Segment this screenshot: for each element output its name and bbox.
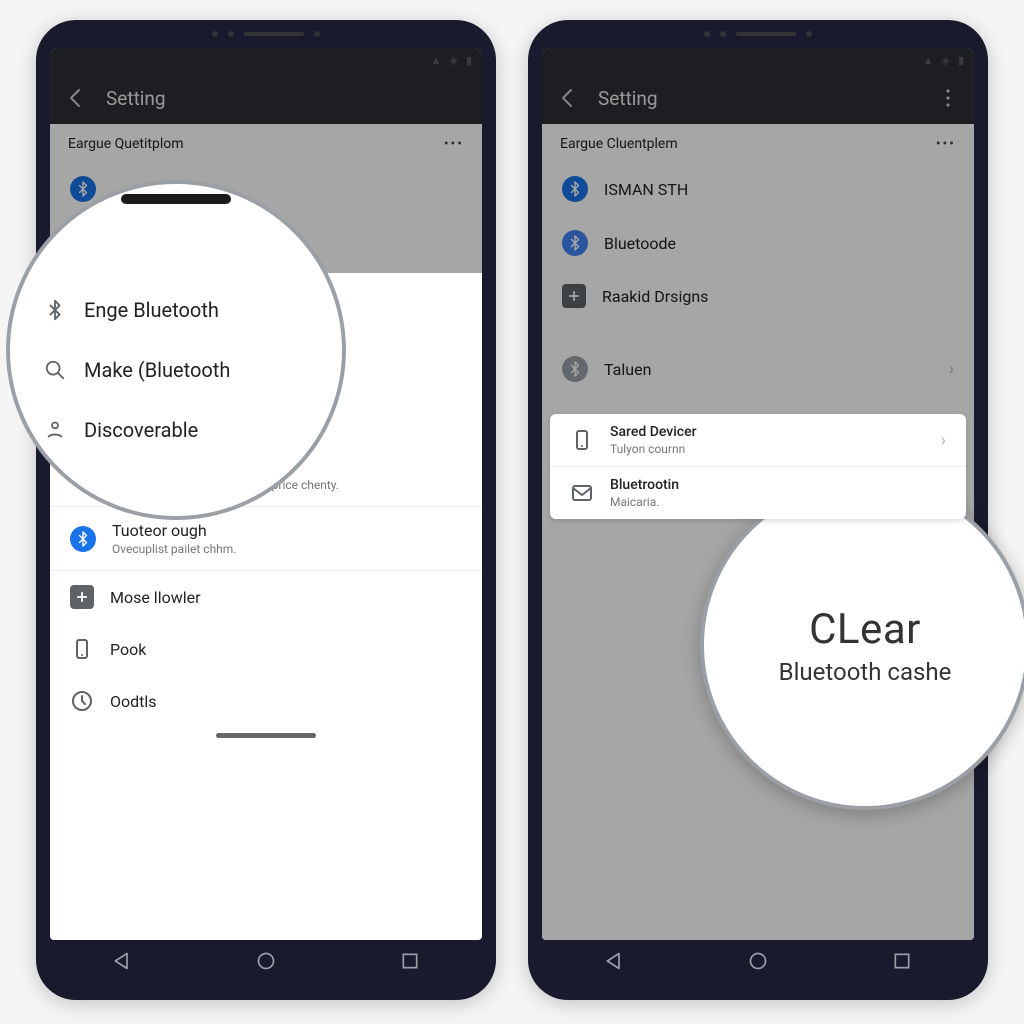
app-bar: Setting: [50, 72, 482, 124]
list-item[interactable]: Taluen ›: [542, 342, 974, 396]
bluetooth-icon: [70, 176, 96, 202]
phone-left: ▲ ◈ ▮ Setting Eargue Quetitplom ••• Blue…: [36, 20, 496, 1000]
nav-home-button[interactable]: [256, 951, 276, 975]
lens-row[interactable]: Enge Bluetooth: [44, 280, 314, 340]
item-subtitle: Ovecuplist pailet chhm.: [112, 542, 236, 556]
app-bar: Setting: [542, 72, 974, 124]
more-icon[interactable]: •••: [444, 136, 464, 152]
lens-row[interactable]: Discoverable: [44, 400, 314, 460]
phone-right: ▲ ◈ ▮ Setting Eargue Cluentplem ••• ISMA…: [528, 20, 988, 1000]
more-icon[interactable]: [936, 86, 960, 110]
signal-icon: ▲: [431, 54, 442, 67]
section-header: Eargue Quetitplom •••: [50, 124, 482, 162]
chevron-right-icon: ›: [941, 430, 946, 451]
item-label: Taluen: [604, 360, 651, 379]
list-item[interactable]: Raakid Drsigns: [542, 270, 974, 322]
item-title: Oodtls: [110, 692, 157, 711]
phone-notch: [36, 20, 496, 48]
lens-title[interactable]: CLear: [809, 605, 921, 654]
screen-right: ▲ ◈ ▮ Setting Eargue Cluentplem ••• ISMA…: [542, 48, 974, 940]
item-label: Bluetoode: [604, 234, 676, 253]
lens-label: Make (Bluetooth: [84, 358, 230, 382]
plus-icon: [562, 284, 586, 308]
item-title: Mose llowler: [110, 588, 201, 607]
chevron-right-icon: ›: [949, 359, 954, 380]
list-item[interactable]: Oodtls: [50, 675, 482, 727]
bluetooth-icon: [44, 299, 66, 321]
list-item[interactable]: Pook: [50, 623, 482, 675]
nav-recent-button[interactable]: [400, 951, 420, 975]
item-title: Tuoteor ough: [112, 521, 236, 540]
list-item[interactable]: ISMAN STH: [542, 162, 974, 216]
appbar-title: Setting: [106, 87, 166, 110]
nav-back-button[interactable]: [112, 951, 132, 975]
magnifier-left: Enge Bluetooth Make (Bluetooth Discovera…: [6, 180, 346, 520]
more-icon[interactable]: •••: [936, 136, 956, 152]
list-item[interactable]: Tuoteor ough Ovecuplist pailet chhm.: [50, 507, 482, 570]
battery-icon: ▮: [466, 54, 472, 67]
panel-item[interactable]: Bluetrootin Maicaria.: [550, 467, 966, 519]
nav-home-button[interactable]: [748, 951, 768, 975]
nav-bar: [542, 940, 974, 986]
list-item[interactable]: Mose llowler: [50, 571, 482, 623]
back-icon[interactable]: [556, 86, 580, 110]
bluetooth-icon: [562, 176, 588, 202]
lens-label: Discoverable: [84, 418, 198, 442]
appbar-title: Setting: [598, 87, 658, 110]
item-label: ISMAN STH: [604, 180, 688, 199]
nav-recent-button[interactable]: [892, 951, 912, 975]
bottom-panel: Sared Devicer Tulyon cournn › Bluetrooti…: [550, 414, 966, 519]
phone-notch: [528, 20, 988, 48]
magnifier-right: CLear Bluetooth cashe: [700, 480, 1024, 810]
plus-icon: [70, 585, 94, 609]
item-label: Raakid Drsigns: [602, 287, 708, 306]
mail-icon: [570, 481, 594, 505]
clock-icon: [70, 689, 94, 713]
device-icon: [70, 637, 94, 661]
wifi-icon: ◈: [449, 54, 457, 67]
bluetooth-icon: [562, 356, 588, 382]
bluetooth-icon: [70, 526, 96, 552]
lens-label: Enge Bluetooth: [84, 298, 219, 322]
item-title: Sared Devicer: [610, 424, 697, 440]
home-indicator: [216, 733, 316, 738]
section-title: Eargue Cluentplem: [560, 136, 678, 152]
panel-item[interactable]: Sared Devicer Tulyon cournn ›: [550, 414, 966, 466]
bluetooth-icon: [562, 230, 588, 256]
battery-icon: ▮: [958, 54, 964, 67]
lens-subtitle: Bluetooth cashe: [779, 658, 952, 686]
list-item[interactable]: Bluetoode: [542, 216, 974, 270]
item-title: Bluetrootin: [610, 477, 679, 493]
section-header: Eargue Cluentplem •••: [542, 124, 974, 162]
person-icon: [44, 419, 66, 441]
back-icon[interactable]: [64, 86, 88, 110]
nav-back-button[interactable]: [604, 951, 624, 975]
item-subtitle: Tulyon cournn: [610, 442, 697, 456]
status-bar: ▲ ◈ ▮: [50, 48, 482, 72]
device-icon: [570, 428, 594, 452]
search-icon: [44, 359, 66, 381]
wifi-icon: ◈: [941, 54, 949, 67]
lens-row[interactable]: Make (Bluetooth: [44, 340, 314, 400]
status-bar: ▲ ◈ ▮: [542, 48, 974, 72]
nav-bar: [50, 940, 482, 986]
item-subtitle: Maicaria.: [610, 495, 679, 509]
section-title: Eargue Quetitplom: [68, 136, 184, 152]
item-title: Pook: [110, 640, 146, 659]
signal-icon: ▲: [923, 54, 934, 67]
